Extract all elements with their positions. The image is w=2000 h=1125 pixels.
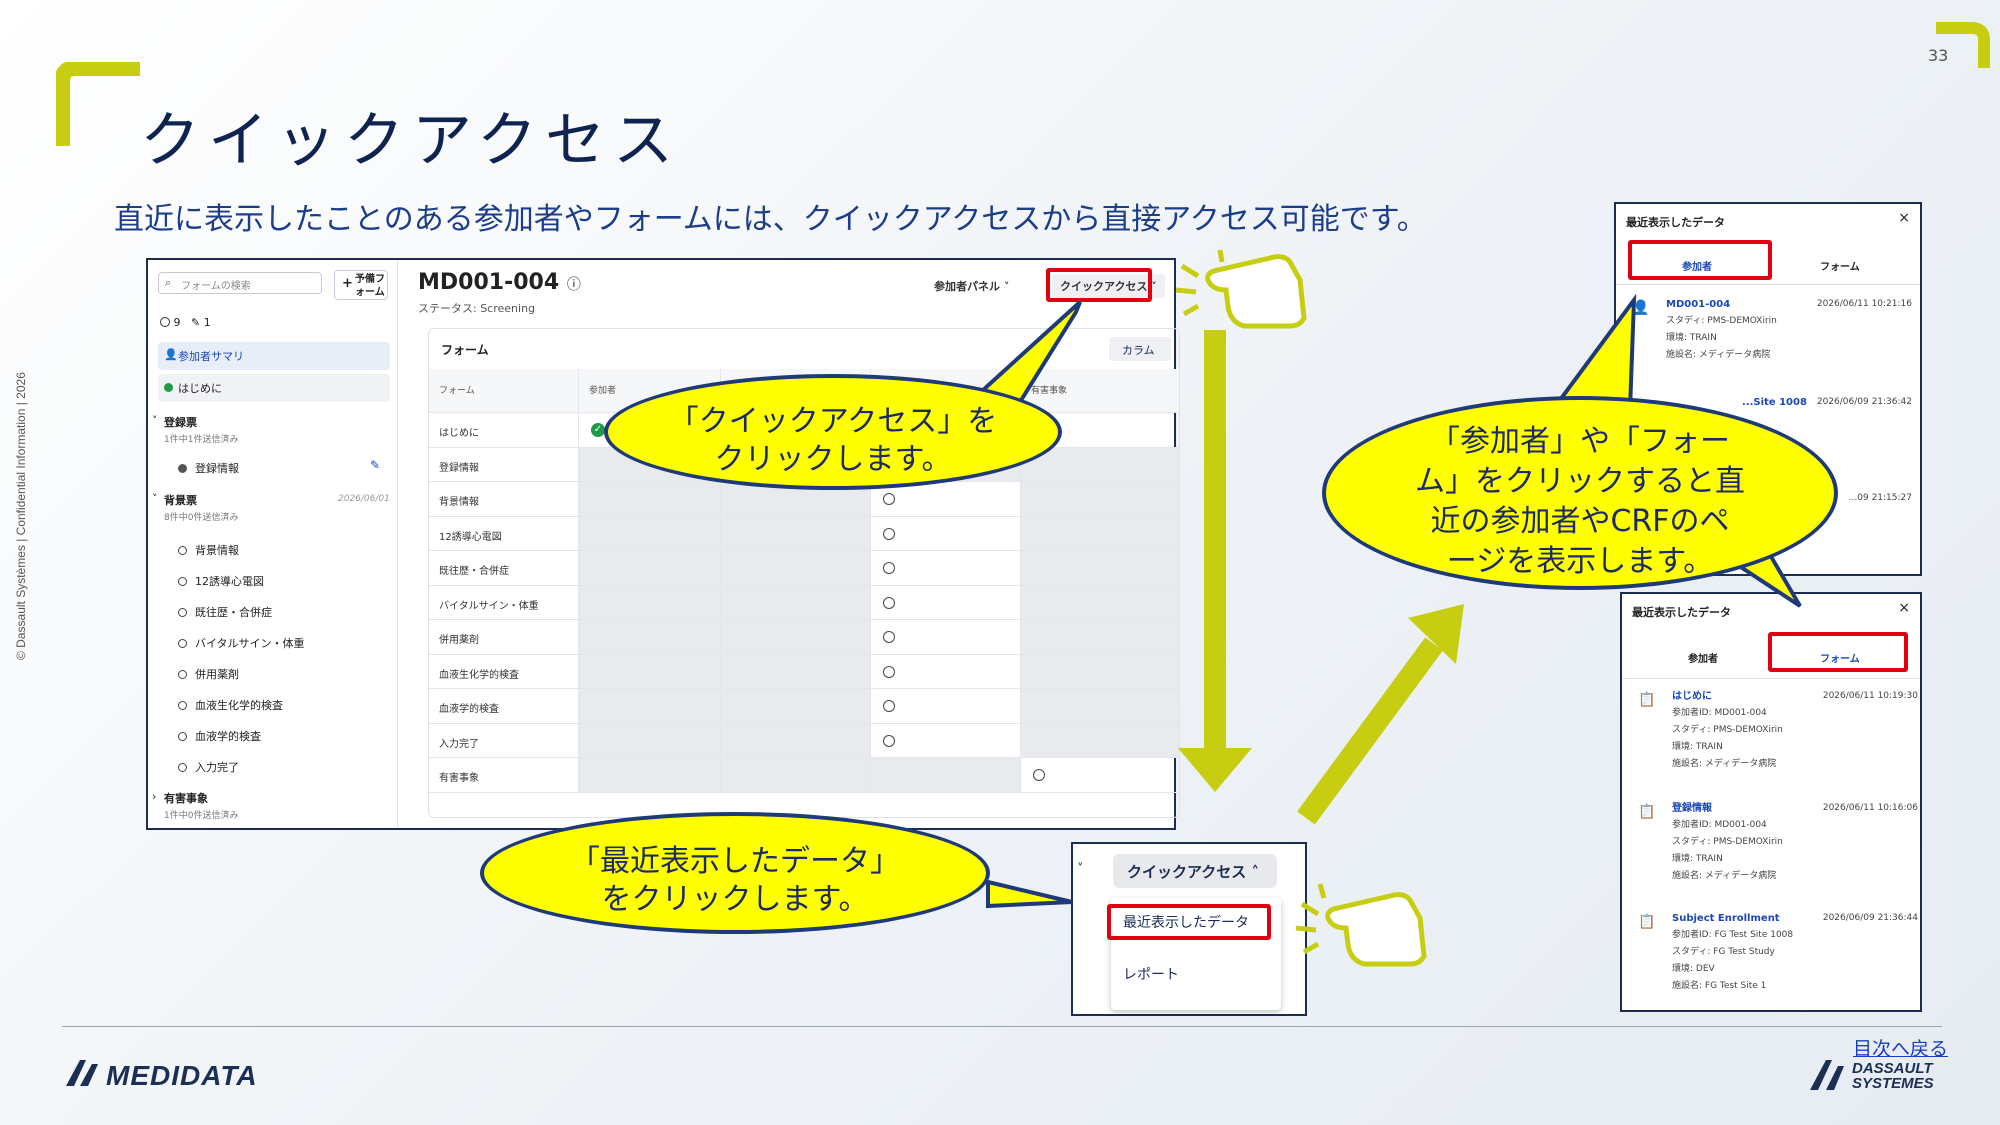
- callout-1: 「クイックアクセス」を クリックします。: [604, 374, 1062, 490]
- arrow-diag-shaft: [1297, 637, 1443, 825]
- callout-3: 「参加者」や「フォー ム」をクリックすると直 近の参加者やCRFのペ ージを表示…: [1322, 396, 1838, 590]
- hand-pointer-1: [1175, 249, 1307, 329]
- callout-2: 「最近表示したデータ」 をクリックします。: [480, 812, 990, 934]
- callout-2-tail: [986, 879, 1073, 909]
- arrow-down-head: [1178, 748, 1252, 792]
- footer-divider: [62, 1026, 1942, 1027]
- hand-pointer-2: [1295, 883, 1427, 967]
- back-to-toc-link[interactable]: 目次へ戻る: [1853, 1034, 1948, 1061]
- callout-3-tail: [1556, 293, 1637, 413]
- arrow-down-shaft: [1204, 330, 1226, 750]
